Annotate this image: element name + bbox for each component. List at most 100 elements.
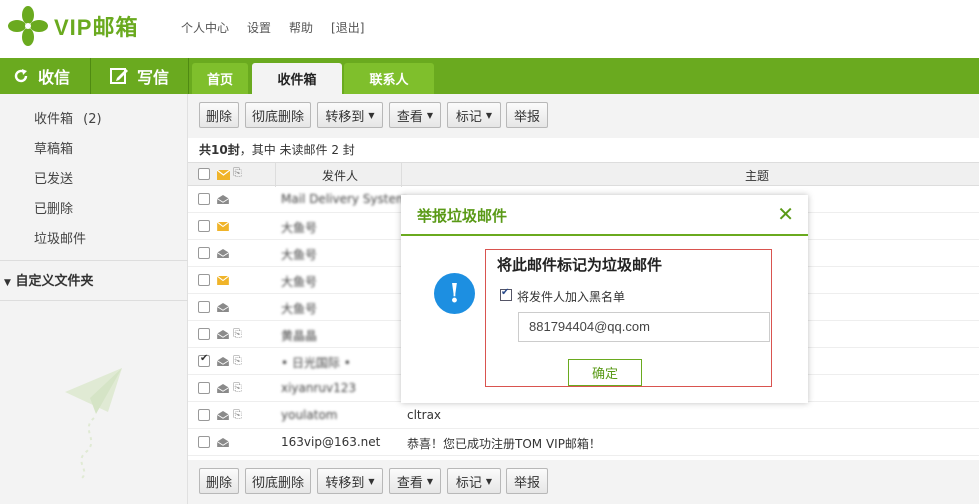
- envelope-open-icon: [217, 411, 229, 420]
- link-help[interactable]: 帮助: [289, 19, 313, 36]
- row-checkbox[interactable]: [198, 328, 210, 340]
- row-checkbox[interactable]: [198, 301, 210, 313]
- chevron-down-icon: ▼: [426, 476, 434, 486]
- sidebar-item-label: 收件箱: [34, 112, 74, 127]
- row-checkbox[interactable]: [198, 409, 210, 421]
- envelope-open-icon: [217, 249, 229, 258]
- confirm-button[interactable]: 确定: [568, 359, 642, 386]
- spam-heading: 将此邮件标记为垃圾邮件: [497, 256, 663, 274]
- tab-inbox[interactable]: 收件箱: [252, 63, 342, 94]
- row-checkbox[interactable]: [198, 274, 210, 286]
- divider: [0, 300, 188, 301]
- row-checkbox[interactable]: [198, 193, 210, 205]
- report-button[interactable]: 举报: [506, 468, 548, 494]
- refresh-icon: [14, 69, 28, 83]
- envelope-icon: [217, 222, 229, 231]
- row-sender[interactable]: • 日光国际 •: [281, 354, 351, 371]
- unread-count: (2): [83, 112, 102, 127]
- mark-label: 标记: [455, 475, 482, 491]
- report-button[interactable]: 举报: [506, 102, 548, 128]
- column-divider: [401, 163, 402, 187]
- row-sender[interactable]: 黄晶晶: [281, 327, 317, 344]
- sidebar-item-deleted[interactable]: 已删除: [34, 198, 73, 217]
- table-row[interactable]: ⎘ youlatom cltrax: [188, 402, 979, 429]
- attachment-icon: ⎘: [233, 354, 242, 367]
- top-links: 个人中心 设置 帮助 [退出]: [181, 19, 364, 36]
- purge-button[interactable]: 彻底删除: [245, 102, 311, 128]
- mark-button[interactable]: 标记 ▼: [447, 468, 501, 494]
- envelope-open-icon: [217, 303, 229, 312]
- sidebar-item-sent[interactable]: 已发送: [34, 168, 73, 187]
- envelope-open-icon: [217, 330, 229, 339]
- view-button[interactable]: 查看 ▼: [389, 102, 441, 128]
- row-checkbox[interactable]: [198, 436, 210, 448]
- move-to-button[interactable]: 转移到 ▼: [317, 468, 383, 494]
- dialog-title: 举报垃圾邮件: [417, 207, 508, 225]
- row-sender[interactable]: 大鱼号: [281, 300, 317, 317]
- main-nav-bar: 收信 写信 首页 收件箱 联系人: [0, 58, 979, 94]
- purge-button[interactable]: 彻底删除: [245, 468, 311, 494]
- row-sender[interactable]: 163vip@163.net: [281, 435, 380, 449]
- sidebar-item-inbox[interactable]: 收件箱 (2): [34, 108, 102, 127]
- sidebar-item-spam[interactable]: 垃圾邮件: [34, 228, 86, 247]
- mail-summary: 共10封，其中 未读邮件 2 封: [199, 141, 355, 158]
- unread-label: 未读邮件: [279, 143, 328, 157]
- mark-button[interactable]: 标记 ▼: [447, 102, 501, 128]
- column-sender[interactable]: 发件人: [322, 167, 358, 184]
- envelope-open-icon: [217, 195, 229, 204]
- envelope-icon: [217, 276, 229, 285]
- move-to-button[interactable]: 转移到 ▼: [317, 102, 383, 128]
- view-button[interactable]: 查看 ▼: [389, 468, 441, 494]
- chevron-down-icon: ▼: [368, 476, 375, 486]
- attachment-icon: ⎘: [233, 327, 242, 340]
- row-sender[interactable]: 大鱼号: [281, 246, 317, 263]
- row-checkbox[interactable]: [198, 353, 210, 367]
- tab-home[interactable]: 首页: [192, 63, 248, 94]
- tab-contacts[interactable]: 联系人: [344, 63, 434, 94]
- row-sender[interactable]: 大鱼号: [281, 219, 317, 236]
- nav-divider: [90, 58, 91, 94]
- row-subject[interactable]: 恭喜！您已成功注册TOM VIP邮箱！: [407, 435, 601, 452]
- delete-button[interactable]: 删除: [199, 102, 239, 128]
- row-sender[interactable]: youlatom: [281, 408, 337, 422]
- compose-button[interactable]: 写信: [110, 58, 169, 94]
- custom-folders-label: 自定义文件夹: [15, 274, 94, 289]
- custom-folders-toggle[interactable]: ▼ 自定义文件夹: [4, 270, 93, 289]
- delete-button[interactable]: 删除: [199, 468, 239, 494]
- link-settings[interactable]: 设置: [247, 19, 271, 36]
- row-sender[interactable]: xiyanruv123: [281, 381, 356, 395]
- logo-text: VIP邮箱: [54, 15, 139, 40]
- link-logout[interactable]: [退出]: [331, 19, 364, 36]
- sender-address-field[interactable]: 881794404@qq.com: [518, 312, 770, 342]
- compose-label: 写信: [137, 68, 170, 87]
- envelope-open-icon: [217, 357, 229, 366]
- column-subject[interactable]: 主题: [745, 167, 769, 184]
- row-checkbox[interactable]: [198, 220, 210, 232]
- unread-count: 2 封: [327, 143, 355, 157]
- row-sender[interactable]: 大鱼号: [281, 273, 317, 290]
- sidebar-item-drafts[interactable]: 草稿箱: [34, 138, 73, 157]
- report-spam-dialog: 举报垃圾邮件 ✕ ! 将此邮件标记为垃圾邮件 将发件人加入黑名单 8817944…: [401, 195, 808, 403]
- receive-button[interactable]: 收信: [12, 58, 70, 94]
- exclamation-info-icon: !: [434, 273, 475, 314]
- column-divider: [275, 163, 276, 187]
- table-header: ⎘ 发件人 主题: [188, 162, 979, 187]
- close-icon[interactable]: ✕: [777, 202, 794, 226]
- row-subject[interactable]: cltrax: [407, 408, 441, 422]
- divider: [0, 260, 188, 261]
- row-sender[interactable]: Mail Delivery System: [281, 192, 408, 206]
- blacklist-checkbox[interactable]: [500, 287, 512, 301]
- envelope-open-icon: [217, 384, 229, 393]
- summary-mid: ，其中: [239, 143, 280, 157]
- link-personal-center[interactable]: 个人中心: [181, 19, 229, 36]
- top-header: VIP邮箱 个人中心 设置 帮助 [退出]: [0, 0, 979, 58]
- mark-label: 标记: [455, 109, 482, 125]
- row-checkbox[interactable]: [198, 382, 210, 394]
- blacklist-label[interactable]: 将发件人加入黑名单: [517, 288, 625, 305]
- logo[interactable]: VIP邮箱: [8, 6, 138, 46]
- table-row[interactable]: 163vip@163.net 恭喜！您已成功注册TOM VIP邮箱！: [188, 429, 979, 456]
- toolbar-top: 删除 彻底删除 转移到 ▼ 查看 ▼ 标记 ▼ 举报: [188, 94, 979, 138]
- select-all-checkbox[interactable]: [198, 168, 210, 180]
- view-label: 查看: [396, 475, 423, 491]
- row-checkbox[interactable]: [198, 247, 210, 259]
